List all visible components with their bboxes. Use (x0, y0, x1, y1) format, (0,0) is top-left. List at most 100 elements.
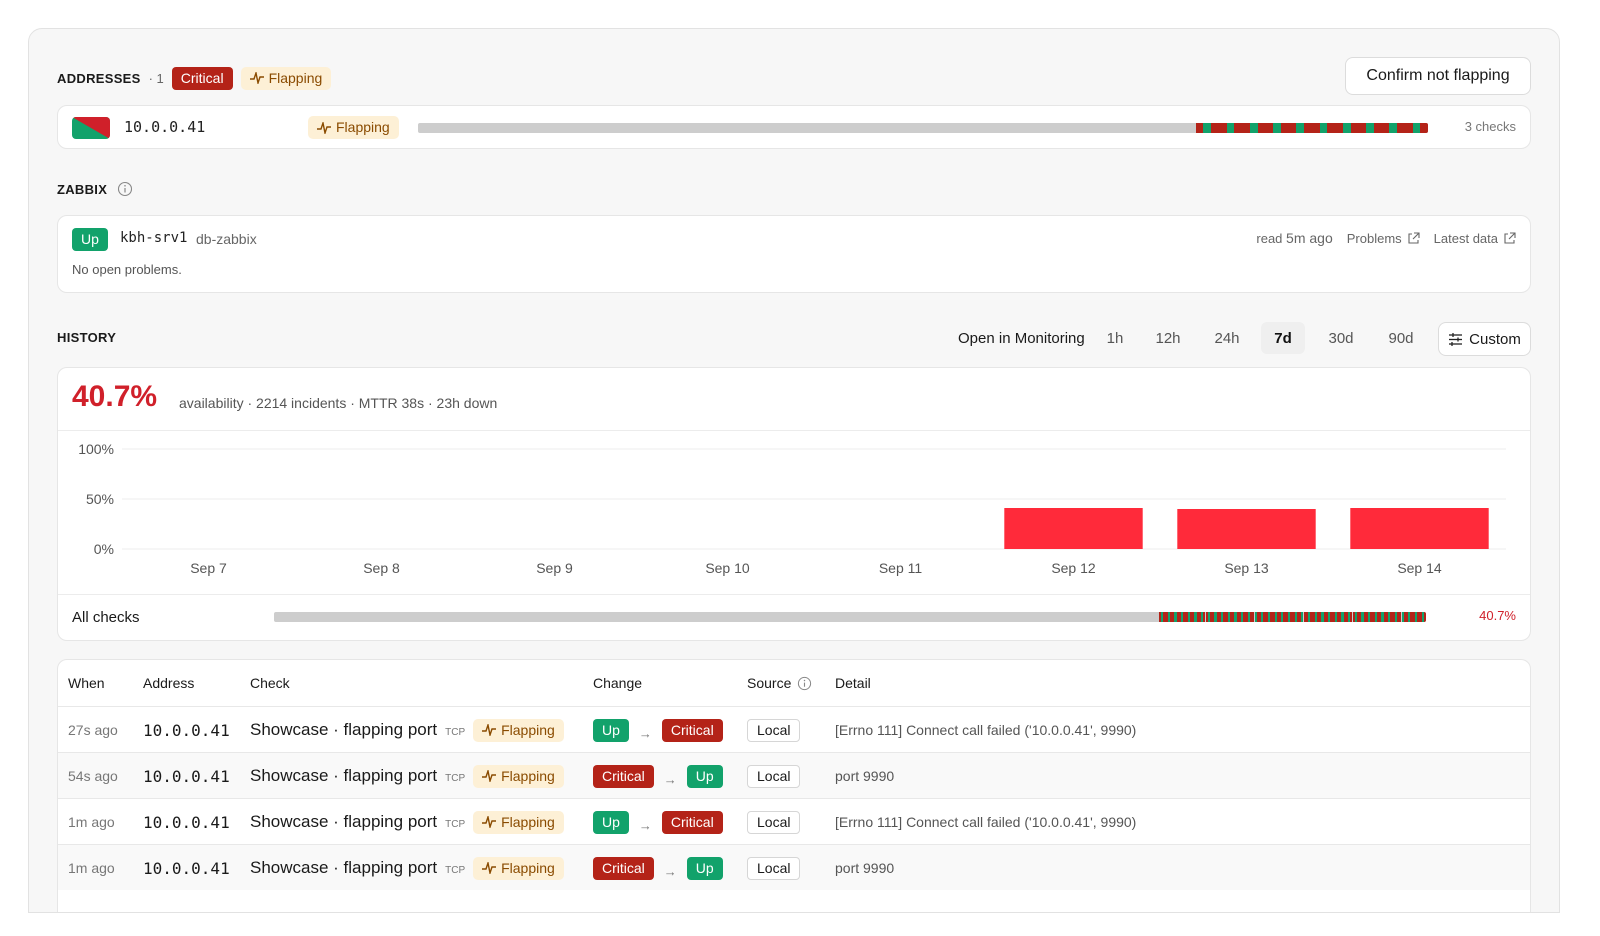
row-check[interactable]: Showcase · flapping port TCP Flapping (250, 845, 564, 891)
row-address[interactable]: 10.0.0.41 (143, 799, 230, 845)
check-protocol: TCP (445, 772, 466, 784)
row-flapping-badge: Flapping (473, 810, 564, 834)
address-flapping-label: Flapping (336, 119, 390, 135)
strip-segment (1366, 123, 1374, 133)
column-header-detail[interactable]: Detail (835, 660, 871, 706)
row-detail: [Errno 111] Connect call failed ('10.0.0… (835, 814, 1137, 830)
change-arrow: → (638, 817, 652, 833)
strip-segment (1389, 123, 1398, 133)
address-checks-count: 3 checks (1464, 119, 1516, 134)
zabbix-header: ZABBIX (57, 181, 133, 197)
address-ip: 10.0.0.41 (124, 118, 206, 136)
table-row[interactable]: 27s ago 10.0.0.41 Showcase · flapping po… (58, 706, 1530, 752)
tab-12h[interactable]: 12h (1145, 322, 1191, 354)
row-when: 1m ago (68, 860, 115, 876)
strip-segment (1249, 123, 1258, 133)
strip-segment (1420, 123, 1428, 133)
strip-segment (1280, 123, 1289, 133)
problems-link[interactable]: Problems (1347, 231, 1420, 246)
y-tick-label: 50% (86, 491, 114, 507)
custom-range-button[interactable]: Custom (1438, 322, 1531, 356)
tab-30d[interactable]: 30d (1317, 322, 1365, 354)
pulse-icon (482, 862, 497, 874)
strip-segment (1412, 123, 1421, 133)
column-header-address[interactable]: Address (143, 660, 194, 706)
flapping-badge: Flapping (240, 66, 332, 90)
flapping-badge-label: Flapping (268, 69, 323, 86)
addresses-title: ADDRESSES (57, 70, 141, 86)
column-header-source[interactable]: Source (747, 660, 812, 706)
y-tick-label: 100% (78, 441, 114, 457)
x-tick-label: Sep 14 (1397, 560, 1442, 576)
info-icon[interactable] (117, 181, 133, 197)
row-address[interactable]: 10.0.0.41 (143, 845, 230, 891)
row-address[interactable]: 10.0.0.41 (143, 753, 230, 799)
row-source: Local (747, 799, 801, 845)
column-header-change[interactable]: Change (593, 660, 642, 706)
column-header-when[interactable]: When (68, 660, 105, 706)
change-from-badge: Critical (593, 856, 654, 880)
table-row[interactable]: 1m ago 10.0.0.41 Showcase · flapping por… (58, 844, 1530, 890)
address-check-strip (418, 123, 1428, 133)
check-name: Showcase · flapping port (250, 766, 438, 785)
strip-segment (1358, 123, 1367, 133)
no-problems-text: No open problems. (72, 262, 182, 277)
row-check[interactable]: Showcase · flapping port TCP Flapping (250, 707, 564, 753)
table-row[interactable]: 1m ago 10.0.0.41 Showcase · flapping por… (58, 798, 1530, 844)
tab-90d[interactable]: 90d (1377, 322, 1425, 354)
addresses-header: ADDRESSES · 1 Critical Flapping (57, 65, 332, 91)
strip-segment (1381, 123, 1390, 133)
chart-bar[interactable] (1177, 509, 1316, 549)
change-from-badge: Critical (593, 764, 654, 788)
change-to-badge: Critical (661, 810, 723, 834)
strip-segment (1218, 123, 1227, 133)
row-when: 1m ago (68, 814, 115, 830)
strip-segment (1203, 123, 1212, 133)
chart-bar[interactable] (1004, 508, 1143, 549)
addresses-count: · 1 (148, 70, 164, 86)
latest-data-link[interactable]: Latest data (1434, 231, 1516, 246)
read-time-value: 5m ago (1286, 230, 1333, 246)
row-check[interactable]: Showcase · flapping port TCP Flapping (250, 799, 564, 845)
availability-chart: 100% 50% 0% Sep 7 Sep 8 Sep 9 Sep 10 Sep 11 Sep … (78, 441, 1506, 576)
tab-7d[interactable]: 7d (1261, 322, 1305, 354)
address-row[interactable]: 10.0.0.41 Flapping 3 checks (57, 105, 1531, 149)
x-tick-label: Sep 12 (1051, 560, 1096, 576)
row-when: 54s ago (68, 768, 118, 784)
strip-segment (1195, 123, 1204, 133)
row-source: Local (747, 753, 801, 799)
confirm-not-flapping-button[interactable]: Confirm not flapping (1345, 57, 1531, 95)
status-swatch-icon (72, 117, 110, 139)
strip-segment (1373, 123, 1382, 133)
row-detail: port 9990 (835, 768, 895, 784)
strip-segment (1304, 123, 1312, 133)
table-row[interactable]: 54s ago 10.0.0.41 Showcase · flapping po… (58, 752, 1530, 798)
row-change: Critical → Up (593, 845, 723, 891)
tab-24h[interactable]: 24h (1203, 322, 1251, 354)
strip-segment (1234, 123, 1243, 133)
zabbix-host: kbh-srv1 (120, 230, 188, 246)
column-header-check[interactable]: Check (250, 660, 290, 706)
strip-segment (1257, 123, 1266, 133)
row-flapping-badge: Flapping (473, 764, 564, 788)
row-change: Critical → Up (593, 753, 723, 799)
row-flapping-badge: Flapping (473, 856, 564, 880)
row-address[interactable]: 10.0.0.41 (143, 707, 230, 753)
strip-segment (1311, 123, 1320, 133)
pulse-icon (317, 121, 331, 134)
events-table: When Address Check Change Source Detail … (57, 659, 1531, 912)
y-tick-label: 0% (94, 541, 114, 557)
open-in-monitoring-link[interactable]: Open in Monitoring (958, 330, 1085, 347)
zabbix-actions: read 5m ago Problems Latest data (1256, 230, 1516, 246)
source-badge: Local (747, 718, 801, 742)
row-flapping-label: Flapping (501, 721, 555, 738)
availability-value: 40.7% (72, 380, 158, 413)
strip-segment (1350, 123, 1359, 133)
read-label: read (1256, 231, 1283, 246)
strip-segment (1211, 123, 1219, 133)
tab-1h[interactable]: 1h (1095, 322, 1135, 354)
row-flapping-label: Flapping (501, 767, 555, 784)
change-arrow: → (663, 771, 677, 787)
chart-bar[interactable] (1350, 508, 1489, 549)
row-check[interactable]: Showcase · flapping port TCP Flapping (250, 753, 564, 799)
